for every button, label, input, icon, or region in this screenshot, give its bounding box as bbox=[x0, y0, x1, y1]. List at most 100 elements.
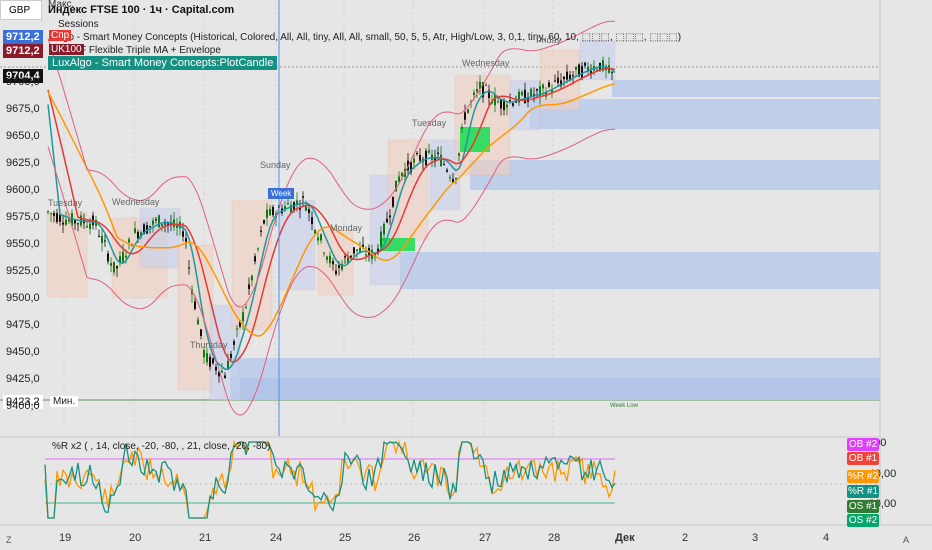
candle-body bbox=[443, 163, 445, 165]
highlighted-indicator[interactable]: LuxAlgo - Smart Money Concepts:PlotCandl… bbox=[48, 56, 278, 70]
candle-body bbox=[215, 366, 217, 371]
indicator-smc[interactable]: Algo - Smart Money Concepts (Historical,… bbox=[54, 32, 681, 43]
candle-body bbox=[305, 206, 307, 211]
time-axis-label: 2 bbox=[682, 532, 689, 544]
candle-body bbox=[122, 251, 124, 262]
candle-body bbox=[557, 77, 559, 83]
price-axis-label: 9700,0 bbox=[6, 75, 40, 88]
candle-body bbox=[329, 255, 331, 264]
candle-body bbox=[530, 88, 532, 97]
legend-r2: %R #2 bbox=[847, 470, 879, 483]
currency-selector[interactable]: GBP bbox=[0, 0, 42, 20]
candle-body bbox=[455, 177, 457, 180]
candle-body bbox=[425, 150, 427, 166]
candle-body bbox=[440, 154, 442, 167]
session-box bbox=[539, 49, 581, 111]
session-box bbox=[579, 39, 616, 81]
candle-body bbox=[86, 226, 88, 228]
min-label: Мин. bbox=[50, 396, 79, 407]
session-label: Tuesday bbox=[412, 118, 447, 128]
price-axis-label: 9425,0 bbox=[6, 373, 40, 386]
candle-body bbox=[254, 256, 256, 262]
session-box bbox=[231, 199, 273, 331]
candle-body bbox=[317, 237, 319, 241]
price-axis-label: 9400,0 bbox=[6, 400, 40, 413]
candle-body bbox=[185, 238, 187, 242]
candle-body bbox=[350, 255, 352, 258]
candle-body bbox=[575, 66, 577, 70]
candle-body bbox=[155, 219, 157, 221]
session-label: Wednesday bbox=[462, 58, 510, 68]
time-axis-label: Дек bbox=[615, 532, 635, 544]
time-axis-label: 28 bbox=[548, 532, 561, 544]
candle-body bbox=[476, 88, 478, 92]
candle-body bbox=[203, 350, 205, 358]
candle-body bbox=[536, 89, 538, 91]
candle-body bbox=[263, 220, 265, 224]
price-chart[interactable] bbox=[0, 0, 932, 550]
candle-body bbox=[401, 172, 403, 177]
legend-ob1: OB #1 bbox=[847, 452, 879, 465]
candle-body bbox=[392, 196, 394, 207]
time-axis-label: 20 bbox=[129, 532, 142, 544]
candle-body bbox=[380, 231, 382, 247]
candle-body bbox=[572, 75, 574, 77]
candle-body bbox=[389, 215, 391, 218]
candle-body bbox=[134, 228, 136, 233]
price-axis-label: 9625,0 bbox=[6, 157, 40, 170]
zone bbox=[530, 99, 880, 129]
box-label-2: UK100 bbox=[49, 44, 84, 55]
auto-scale-button[interactable]: A bbox=[903, 535, 909, 545]
candle-body bbox=[344, 256, 346, 258]
candle-body bbox=[419, 155, 421, 161]
price-axis-label: 9550,0 bbox=[6, 238, 40, 251]
zone bbox=[612, 80, 880, 97]
indicator-triple-ma[interactable]: F Flexible Triple MA + Envelope bbox=[80, 45, 221, 56]
candle-body bbox=[251, 275, 253, 281]
price-box-red: 9712,2 bbox=[3, 44, 43, 58]
candle-body bbox=[188, 267, 190, 269]
candle-body bbox=[128, 239, 130, 243]
candle-body bbox=[212, 358, 214, 364]
candle-body bbox=[524, 89, 526, 104]
candle-body bbox=[89, 223, 91, 230]
candle-body bbox=[245, 306, 247, 308]
zone bbox=[470, 160, 880, 190]
candle-body bbox=[359, 247, 361, 253]
candle-body bbox=[107, 253, 109, 262]
time-axis-label: 4 bbox=[823, 532, 830, 544]
candle-body bbox=[62, 222, 64, 225]
legend-r1: %R #1 bbox=[847, 485, 879, 498]
time-axis-label: 27 bbox=[479, 532, 492, 544]
candle-body bbox=[500, 99, 502, 109]
indicator-sessions[interactable]: Sessions bbox=[58, 19, 99, 30]
time-axis-label: 26 bbox=[408, 532, 421, 544]
candle-body bbox=[125, 255, 127, 258]
session-label: Friday bbox=[536, 35, 562, 45]
candle-body bbox=[320, 234, 322, 241]
candle-body bbox=[554, 80, 556, 82]
candle-body bbox=[116, 266, 118, 269]
oscillator-title[interactable]: %R x2 ( , 14, close, -20, -80, , 21, clo… bbox=[52, 441, 270, 452]
candle-body bbox=[467, 109, 469, 113]
candle-body bbox=[506, 104, 508, 108]
candle-body bbox=[137, 231, 139, 239]
zone bbox=[400, 252, 880, 289]
candle-body bbox=[182, 231, 184, 237]
candle-body bbox=[248, 284, 250, 289]
symbol-title[interactable]: Индекс FTSE 100 · 1ч · Capital.com bbox=[48, 4, 234, 16]
candle-body bbox=[77, 223, 79, 225]
candle-body bbox=[512, 103, 514, 106]
week-low-label: Week Low bbox=[610, 403, 638, 409]
time-axis-label: 19 bbox=[59, 532, 72, 544]
candle-body bbox=[581, 66, 583, 78]
candle-body bbox=[365, 254, 367, 256]
candle-body bbox=[563, 76, 565, 80]
candle-body bbox=[464, 112, 466, 120]
zoom-corner[interactable]: Z bbox=[6, 535, 12, 545]
candle-body bbox=[509, 100, 511, 102]
candle-body bbox=[152, 220, 154, 225]
candle-body bbox=[113, 261, 115, 273]
price-axis-label: 9500,0 bbox=[6, 292, 40, 305]
candle-body bbox=[311, 217, 313, 225]
